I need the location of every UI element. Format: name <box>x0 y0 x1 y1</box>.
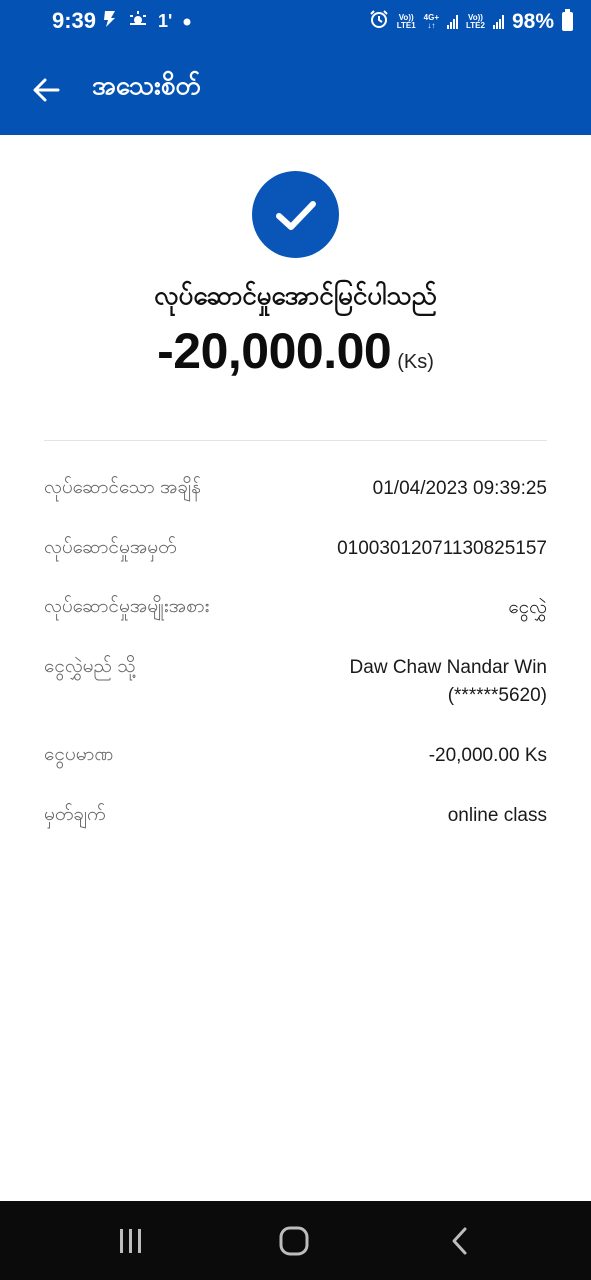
recipient-name: Daw Chaw Nandar Win <box>349 657 547 678</box>
lte2-bottom: LTE2 <box>466 20 485 30</box>
recent-apps-button[interactable] <box>110 1223 150 1259</box>
detail-label: ငွေပမာဏ <box>44 744 114 765</box>
network-bottom: ↓↑ <box>427 20 436 30</box>
status-extra-text: 1' <box>158 11 173 31</box>
success-message: လုပ်ဆောင်မှုအောင်မြင်ပါသည် <box>154 280 437 310</box>
header-bar: 9:39 1' Vo)) LTE1 4G+ ↓↑ Vo)) LTE2 98% အ… <box>0 0 591 135</box>
back-button[interactable] <box>26 70 66 110</box>
status-bar: 9:39 1' Vo)) LTE1 4G+ ↓↑ Vo)) LTE2 98% <box>0 0 591 44</box>
signal-icon <box>447 14 458 29</box>
home-icon <box>279 1226 309 1256</box>
detail-label: လုပ်ဆောင်သော အချိန် <box>44 477 201 498</box>
success-badge <box>252 171 339 258</box>
lte1-indicator: Vo)) LTE1 <box>396 13 416 30</box>
page-title: အသေးစိတ် <box>92 70 201 100</box>
dot-icon <box>182 11 192 32</box>
detail-value: 0100301207113​0825157 <box>337 538 547 559</box>
system-nav-bar <box>0 1201 591 1280</box>
battery-icon <box>562 9 573 31</box>
weather-icon <box>128 11 148 32</box>
lte1-bottom: LTE1 <box>396 20 416 30</box>
back-icon <box>452 1227 467 1255</box>
amount-display: -20,000.00 (Ks) <box>0 322 591 380</box>
detail-label: လုပ်ဆောင်မှုအမှတ် <box>44 537 177 558</box>
detail-value: Daw Chaw Nandar Win (******5620) <box>350 654 547 710</box>
check-icon <box>275 200 316 230</box>
system-back-button[interactable] <box>440 1223 480 1259</box>
detail-value: -20,000.00 Ks <box>428 745 547 766</box>
detail-label: လုပ်ဆောင်မှုအမျိုးအစား <box>44 596 210 617</box>
home-button[interactable] <box>274 1223 314 1259</box>
network-indicator: 4G+ ↓↑ <box>424 13 439 30</box>
arrow-left-icon <box>33 78 60 102</box>
detail-value: 01/04/2023 09:39:25 <box>372 478 547 499</box>
divider <box>44 440 547 441</box>
signal-icon-2 <box>492 14 504 29</box>
amount-value: -20,000.00 <box>157 323 392 379</box>
recent-apps-icon <box>120 1229 141 1253</box>
messenger-icon <box>102 10 118 33</box>
detail-value: ငွေလွှဲ <box>508 597 547 618</box>
app-bar: အသေးစိတ် <box>0 52 591 124</box>
lte2-indicator: Vo)) LTE2 <box>466 13 485 30</box>
amount-currency: (Ks) <box>397 351 434 373</box>
detail-value: online class <box>447 805 547 826</box>
battery-percent: 98% <box>511 9 554 33</box>
status-left-icons: 1' <box>102 10 192 33</box>
recipient-account: (******5620) <box>447 685 547 706</box>
status-right-icons: Vo)) LTE1 4G+ ↓↑ Vo)) LTE2 98% <box>369 9 573 34</box>
detail-label: ငွေလွှဲမည် သို့ <box>44 656 136 677</box>
alarm-icon <box>369 9 389 34</box>
status-time: 9:39 <box>52 8 97 33</box>
detail-label: မှတ်ချက် <box>44 804 106 825</box>
